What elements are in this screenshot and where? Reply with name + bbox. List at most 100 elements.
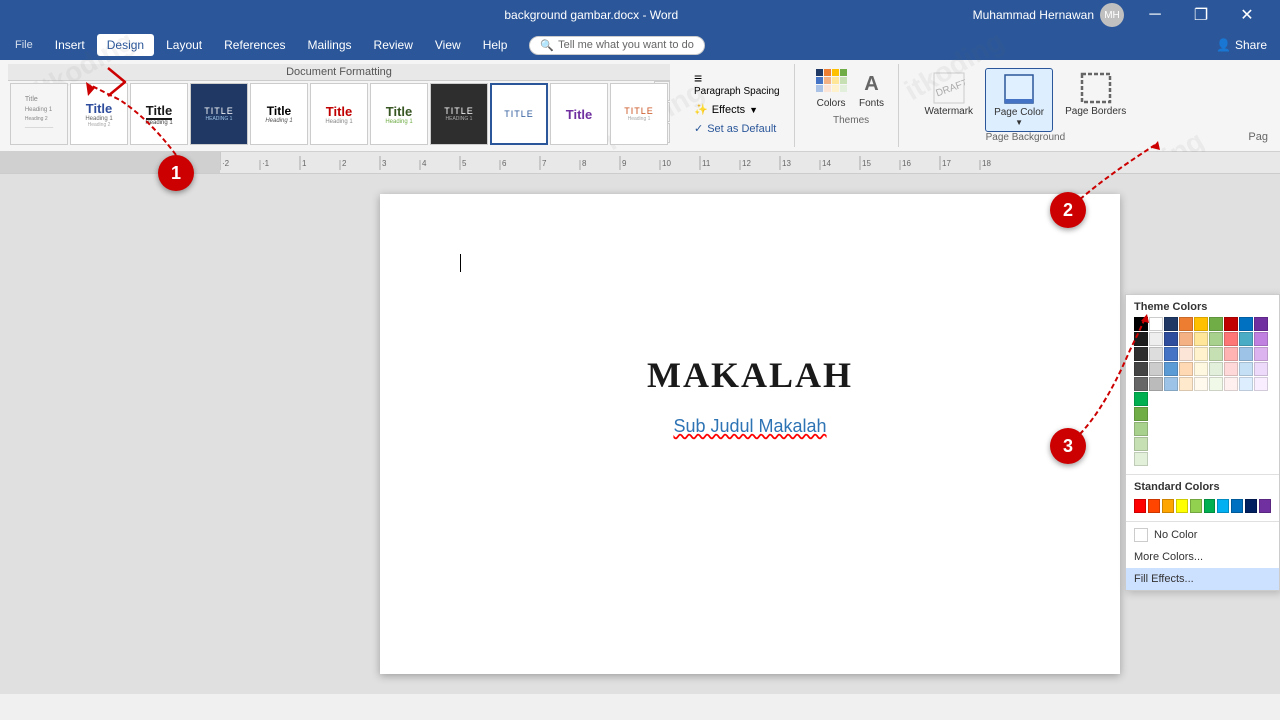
tc-cell[interactable] (1149, 377, 1163, 391)
tc-cell[interactable] (1134, 317, 1148, 331)
style-thumb-10[interactable]: TITLE Heading 1 (610, 83, 668, 145)
minimize-button[interactable]: ─ (1132, 0, 1178, 30)
tc-cell[interactable] (1179, 317, 1193, 331)
menu-references[interactable]: References (214, 34, 295, 56)
tc-cell[interactable] (1239, 362, 1253, 376)
menu-layout[interactable]: Layout (156, 34, 212, 56)
style-thumb-4[interactable]: Title Heading 1 (250, 83, 308, 145)
std-cell-yellow[interactable] (1176, 499, 1188, 513)
style-thumb-2[interactable]: Title Heading 1 (130, 83, 188, 145)
tc-cell[interactable] (1179, 377, 1193, 391)
more-colors-option[interactable]: More Colors... (1126, 546, 1279, 568)
tc-cell[interactable] (1254, 347, 1268, 361)
tc-cell[interactable] (1179, 362, 1193, 376)
restore-button[interactable]: ❐ (1178, 0, 1224, 30)
tc-cell[interactable] (1149, 347, 1163, 361)
tc-cell[interactable] (1254, 317, 1268, 331)
std-cell-light-green[interactable] (1190, 499, 1202, 513)
menu-mailings[interactable]: Mailings (298, 34, 362, 56)
style-thumb-1[interactable]: Title Heading 1 Heading 2 (70, 83, 128, 145)
svg-text:18: 18 (982, 159, 991, 168)
set-as-default-button[interactable]: ✓ Set as Default (688, 120, 786, 137)
tc-cell[interactable] (1164, 317, 1178, 331)
tc-cell[interactable] (1224, 362, 1238, 376)
tc-cell[interactable] (1209, 317, 1223, 331)
style-thumb-6[interactable]: Title Heading 1 (370, 83, 428, 145)
tc-cell[interactable] (1134, 377, 1148, 391)
tc-cell[interactable] (1179, 347, 1193, 361)
tc-cell[interactable] (1239, 347, 1253, 361)
tc-cell[interactable] (1149, 332, 1163, 346)
tc-cell[interactable] (1134, 437, 1148, 451)
fill-effects-option[interactable]: Fill Effects... (1126, 568, 1279, 590)
tc-cell[interactable] (1134, 407, 1148, 421)
style-thumb-7[interactable]: TITLE HEADING 1 (430, 83, 488, 145)
tc-cell[interactable] (1149, 362, 1163, 376)
close-button[interactable]: ✕ (1224, 0, 1270, 30)
tc-cell[interactable] (1209, 347, 1223, 361)
std-cell-light-blue[interactable] (1217, 499, 1229, 513)
menu-insert[interactable]: Insert (45, 34, 95, 56)
menu-review[interactable]: Review (364, 34, 423, 56)
tc-cell[interactable] (1164, 377, 1178, 391)
tc-cell[interactable] (1134, 392, 1148, 406)
tc-cell[interactable] (1194, 377, 1208, 391)
std-cell-red[interactable] (1134, 499, 1146, 513)
colors-button[interactable]: Colors (813, 68, 850, 111)
std-cell-green[interactable] (1204, 499, 1216, 513)
svg-text:8: 8 (582, 159, 587, 168)
style-thumb-0[interactable]: TitleHeading 1Heading 2──────── (10, 83, 68, 145)
tc-cell[interactable] (1134, 332, 1148, 346)
tc-cell[interactable] (1194, 317, 1208, 331)
tc-cell[interactable] (1164, 362, 1178, 376)
user-profile[interactable]: Muhammad Hernawan MH (973, 3, 1124, 27)
std-cell-purple[interactable] (1259, 499, 1271, 513)
tell-me-input[interactable]: 🔍 Tell me what you want to do (529, 36, 704, 55)
document-canvas[interactable]: MAKALAH Sub Judul Makalah (220, 174, 1280, 694)
tc-cell[interactable] (1164, 332, 1178, 346)
tc-cell[interactable] (1224, 332, 1238, 346)
tc-cell[interactable] (1164, 347, 1178, 361)
tc-cell[interactable] (1239, 377, 1253, 391)
tc-cell[interactable] (1224, 347, 1238, 361)
tc-cell[interactable] (1149, 317, 1163, 331)
tc-cell[interactable] (1134, 347, 1148, 361)
tc-cell[interactable] (1254, 332, 1268, 346)
page-borders-button[interactable]: Page Borders (1057, 68, 1134, 121)
tc-cell[interactable] (1194, 332, 1208, 346)
tc-cell[interactable] (1194, 362, 1208, 376)
menu-file[interactable]: File (5, 35, 43, 55)
menu-design[interactable]: Design (97, 34, 154, 56)
tc-cell[interactable] (1209, 377, 1223, 391)
fonts-button[interactable]: A Fonts (854, 68, 890, 111)
paragraph-spacing-button[interactable]: ≡ Paragraph Spacing (688, 68, 786, 99)
watermark-button[interactable]: DRAFT Watermark (917, 68, 982, 121)
tc-cell[interactable] (1194, 347, 1208, 361)
std-cell-dark-blue[interactable] (1245, 499, 1257, 513)
tc-cell[interactable] (1179, 332, 1193, 346)
tc-cell[interactable] (1254, 362, 1268, 376)
style-thumb-3[interactable]: TITLE HEADING 1 (190, 83, 248, 145)
std-cell-orange[interactable] (1162, 499, 1174, 513)
share-button[interactable]: 👤 Share (1208, 34, 1275, 56)
tc-cell[interactable] (1224, 377, 1238, 391)
effects-button[interactable]: ✨ Effects ▼ (688, 101, 786, 118)
tc-cell[interactable] (1134, 452, 1148, 466)
std-cell-orange-red[interactable] (1148, 499, 1160, 513)
tc-cell[interactable] (1239, 332, 1253, 346)
tc-cell[interactable] (1239, 317, 1253, 331)
tc-cell[interactable] (1254, 377, 1268, 391)
tc-cell[interactable] (1134, 422, 1148, 436)
tc-cell[interactable] (1134, 362, 1148, 376)
std-cell-blue[interactable] (1231, 499, 1243, 513)
style-thumb-9[interactable]: Title (550, 83, 608, 145)
page-color-button[interactable]: Page Color ▼ (985, 68, 1053, 132)
menu-help[interactable]: Help (473, 34, 518, 56)
tc-cell[interactable] (1209, 332, 1223, 346)
menu-view[interactable]: View (425, 34, 471, 56)
no-color-option[interactable]: No Color (1126, 524, 1279, 546)
tc-cell[interactable] (1224, 317, 1238, 331)
style-thumb-5[interactable]: Title Heading 1 (310, 83, 368, 145)
style-thumb-8[interactable]: TITLE (490, 83, 548, 145)
tc-cell[interactable] (1209, 362, 1223, 376)
